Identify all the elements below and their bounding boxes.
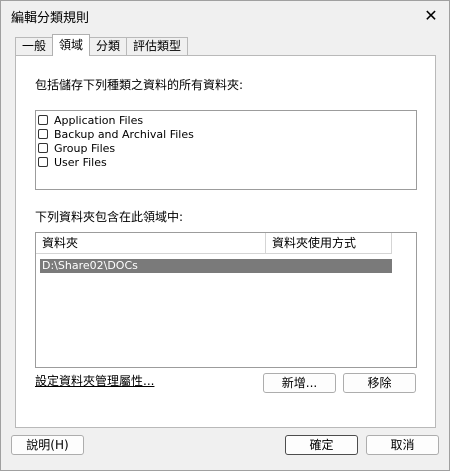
folder-types-label: 包括儲存下列種類之資料的所有資料夾: [35, 78, 244, 92]
folder-type-item[interactable]: Backup and Archival Files [38, 127, 416, 141]
checkbox[interactable] [38, 157, 48, 167]
folders-label: 下列資料夾包含在此領域中: [35, 210, 184, 224]
folder-type-item[interactable]: Group Files [38, 141, 416, 155]
folder-type-label: Backup and Archival Files [54, 127, 194, 141]
scope-panel: 包括儲存下列種類之資料的所有資料夾: Application Files Bac… [15, 55, 436, 428]
dialog-window: 編輯分類規則 ✕ 一般 領域 分類 評估類型 包括儲存下列種類之資料的所有資料夾… [0, 0, 450, 471]
dialog-title: 編輯分類規則 [11, 11, 90, 26]
folder-type-item[interactable]: User Files [38, 155, 416, 169]
folder-path: D:\Share02\DOCs [42, 259, 138, 272]
table-row[interactable]: D:\Share02\DOCs [40, 259, 392, 273]
tab-evaluation-type[interactable]: 評估類型 [126, 37, 189, 55]
help-button[interactable]: 說明(H) [11, 435, 84, 455]
add-button[interactable]: 新增... [263, 373, 336, 393]
folder-table[interactable]: 資料夾 資料夾使用方式 D:\Share02\DOCs [35, 232, 417, 368]
checkbox[interactable] [38, 115, 48, 125]
tab-scope[interactable]: 領域 [52, 34, 91, 56]
folder-type-item[interactable]: Application Files [38, 113, 416, 127]
column-header-folder[interactable]: 資料夾 [36, 233, 266, 253]
tab-general[interactable]: 一般 [15, 37, 54, 55]
folder-type-label: Application Files [54, 113, 144, 127]
column-header-folder-usage[interactable]: 資料夾使用方式 [266, 233, 392, 253]
checkbox[interactable] [38, 143, 48, 153]
folder-type-label: Group Files [54, 141, 116, 155]
checkbox[interactable] [38, 129, 48, 139]
remove-button[interactable]: 移除 [343, 373, 416, 393]
folder-type-label: User Files [54, 155, 107, 169]
tab-bar: 一般 領域 分類 評估類型 [15, 34, 189, 56]
close-icon[interactable]: ✕ [421, 6, 441, 26]
ok-button[interactable]: 確定 [285, 435, 358, 455]
manage-folder-properties-link[interactable]: 設定資料夾管理屬性... [35, 372, 154, 389]
folder-types-list: Application Files Backup and Archival Fi… [35, 110, 417, 190]
cancel-button[interactable]: 取消 [366, 435, 439, 455]
tab-classification[interactable]: 分類 [89, 37, 128, 55]
table-header: 資料夾 資料夾使用方式 [36, 233, 392, 254]
